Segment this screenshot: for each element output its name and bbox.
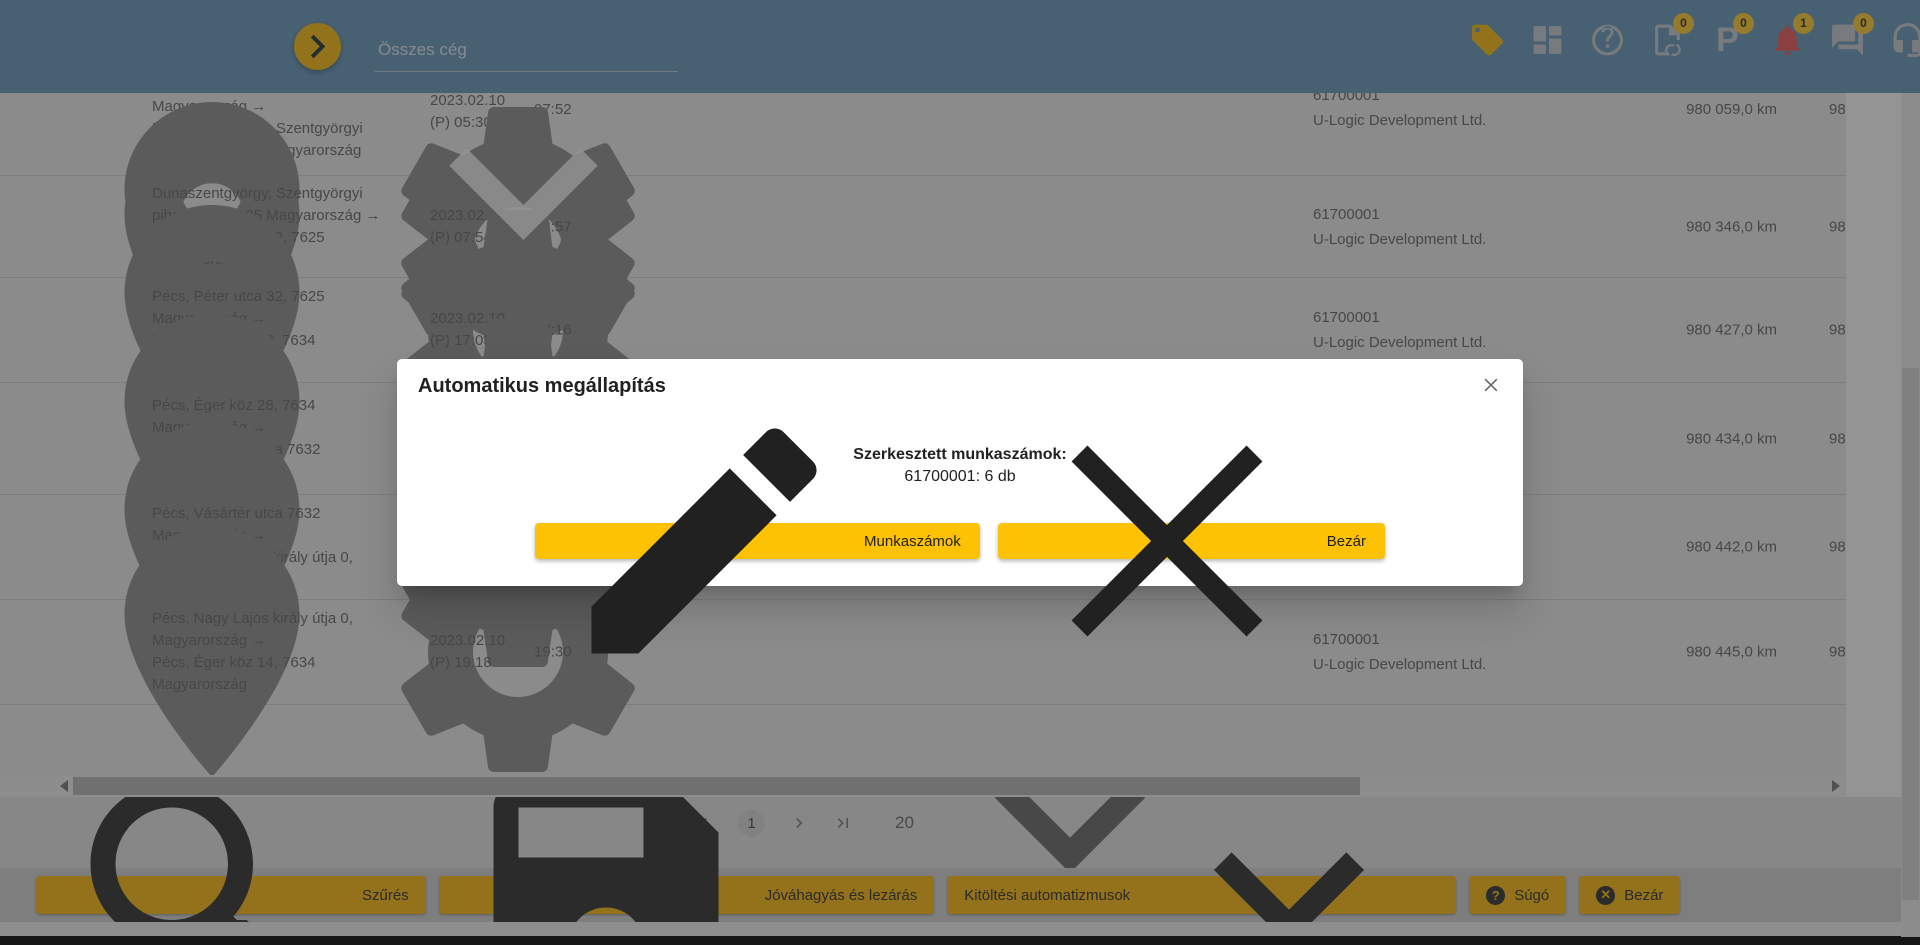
close-icon [1017, 391, 1317, 691]
worknumbers-button-label: Munkaszámok [864, 533, 961, 550]
dialog-close-button[interactable] [1481, 375, 1501, 395]
worknumbers-button[interactable]: Munkaszámok [535, 523, 980, 559]
dialog-actions: Munkaszámok Bezár [397, 523, 1523, 559]
dialog-close-action-label: Bezár [1327, 533, 1366, 550]
close-icon [1481, 375, 1501, 395]
app-window: Dunaszentgyörgy, SzentgyörgyiMagyarorszá… [0, 0, 1920, 945]
dialog-close-action-button[interactable]: Bezár [998, 523, 1385, 559]
auto-detection-dialog: Automatikus megállapítás Szerkesztett mu… [397, 359, 1523, 586]
edit-icon [554, 391, 854, 691]
